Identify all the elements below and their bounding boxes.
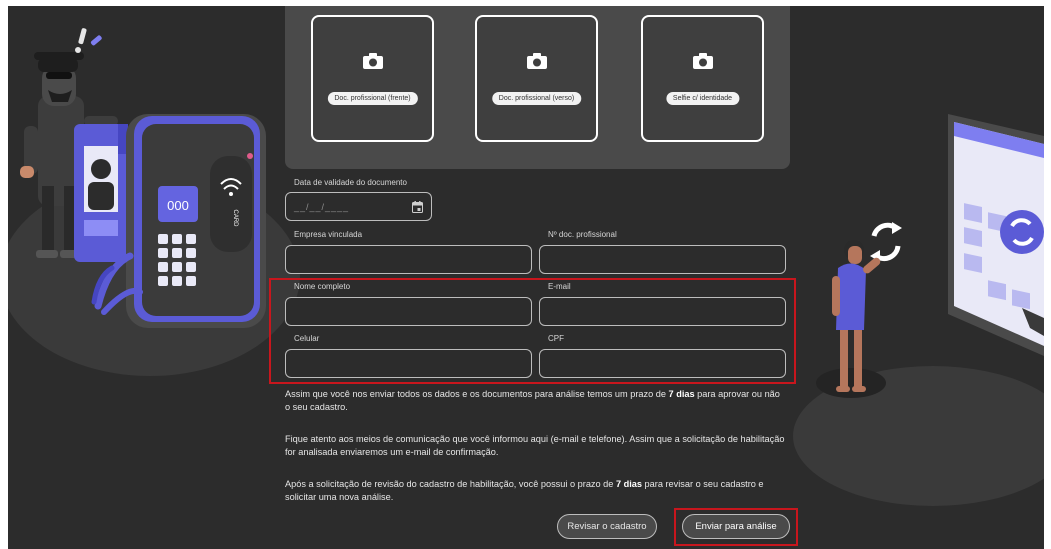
spy-card-illustration: 000 CARD — [20, 28, 266, 328]
camera-icon — [526, 53, 547, 69]
submit-for-analysis-button[interactable]: Enviar para análise — [682, 514, 790, 539]
card-text: CARD — [232, 209, 238, 227]
calendar-icon[interactable] — [412, 201, 423, 213]
validity-date-label: Data de validade do documento — [294, 178, 407, 187]
card-number: 000 — [167, 198, 189, 213]
doc-number-label: Nº doc. profissional — [548, 230, 617, 239]
review-registration-button[interactable]: Revisar o cadastro — [557, 514, 657, 539]
camera-icon — [362, 53, 383, 69]
document-upload-panel: Doc. profissional (frente) Doc. profissi… — [285, 6, 790, 169]
camera-icon — [692, 53, 713, 69]
highlight-box-personal-fields — [269, 278, 796, 384]
upload-label: Selfie c/ identidade — [665, 92, 740, 105]
info-paragraph-contact: Fique atento aos meios de comunicação qu… — [285, 434, 785, 457]
upload-label: Doc. profissional (verso) — [491, 92, 582, 105]
doc-number-input[interactable] — [539, 245, 786, 274]
upload-selfie[interactable]: Selfie c/ identidade — [641, 15, 764, 142]
info-paragraph-review: Após a solicitação de revisão do cadastr… — [285, 479, 764, 502]
info-paragraph-deadline: Assim que você nos enviar todos os dados… — [285, 389, 780, 412]
upload-label: Doc. profissional (frente) — [327, 92, 418, 105]
company-input[interactable] — [285, 245, 532, 274]
company-label: Empresa vinculada — [294, 230, 363, 239]
date-placeholder: __/__/____ — [294, 202, 350, 212]
woman-monitor-illustration — [832, 114, 1044, 392]
upload-doc-back[interactable]: Doc. profissional (verso) — [475, 15, 598, 142]
upload-doc-front[interactable]: Doc. profissional (frente) — [311, 15, 434, 142]
validity-date-input[interactable]: __/__/____ — [285, 192, 432, 221]
page-frame: 000 CARD Doc. profissional (frente) Doc.… — [8, 6, 1044, 549]
